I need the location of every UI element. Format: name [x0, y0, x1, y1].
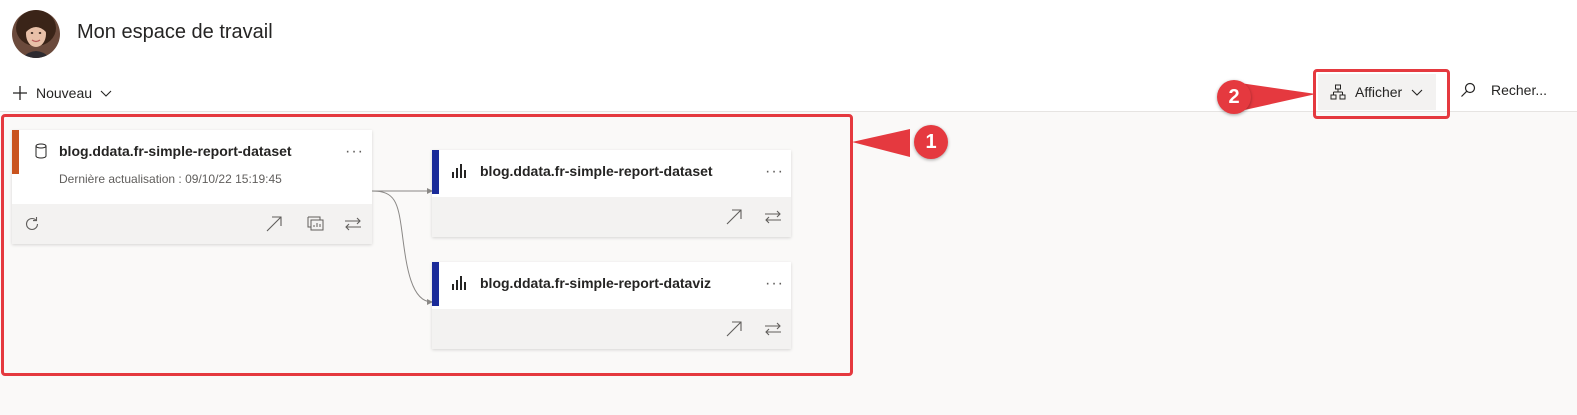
annotation-box-1: [1, 114, 853, 376]
page-title: Mon espace de travail: [77, 21, 273, 43]
annotation-badge-1: 1: [914, 125, 948, 159]
chevron-down-icon: [100, 90, 112, 97]
annotation-arrow-1: [852, 129, 910, 157]
annotation-box-2: [1313, 69, 1450, 119]
new-button-label: Nouveau: [36, 85, 93, 101]
plus-icon: [13, 86, 27, 100]
annotation-badge-2: 2: [1217, 80, 1251, 114]
search-icon: [1461, 82, 1476, 97]
search-box[interactable]: Recher...: [1460, 82, 1547, 98]
user-avatar[interactable]: [12, 10, 60, 58]
workspace-header: Mon espace de travail: [0, 0, 1577, 70]
search-placeholder: Recher...: [1491, 82, 1548, 98]
new-button[interactable]: Nouveau: [12, 81, 112, 105]
annotation-arrow-2: [1240, 83, 1316, 111]
